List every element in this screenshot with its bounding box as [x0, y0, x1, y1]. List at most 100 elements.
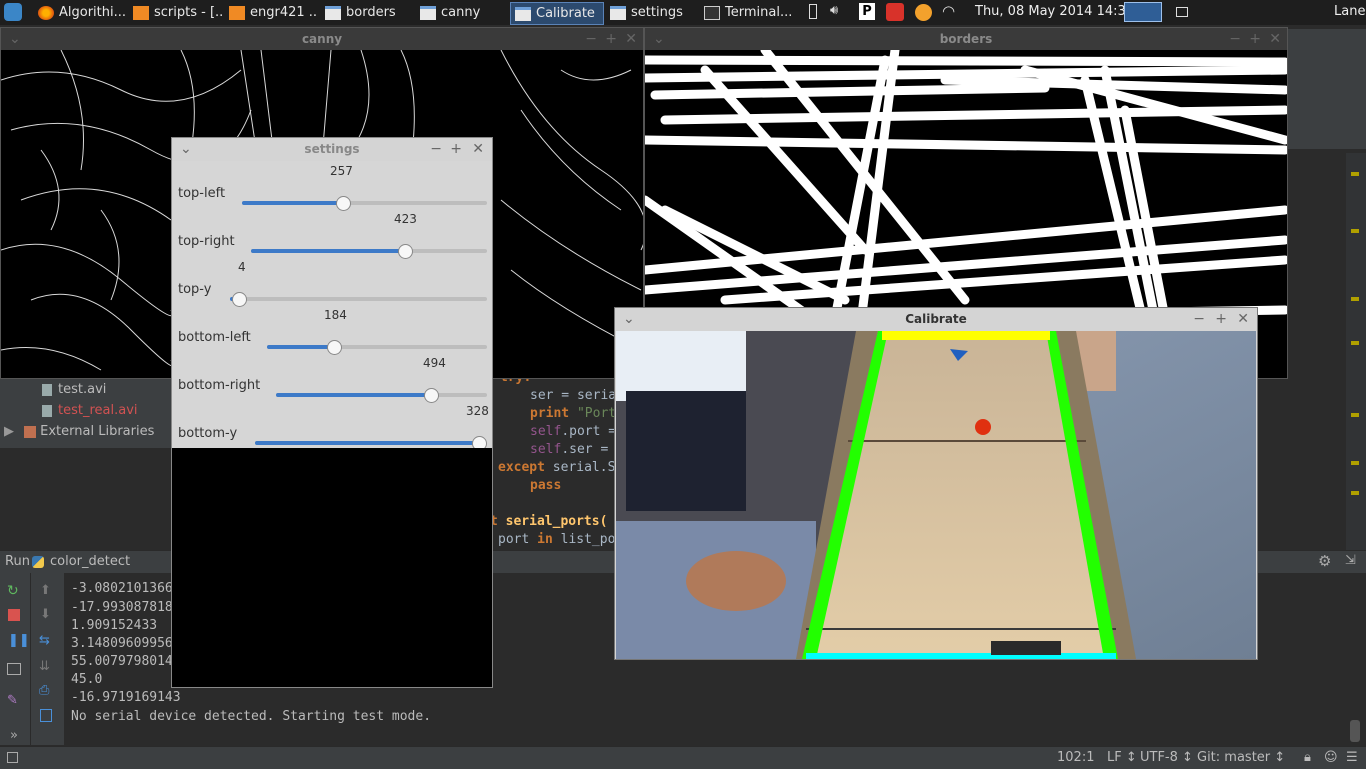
print-icon[interactable]: ⎙: [39, 683, 49, 698]
slider-handle[interactable]: [336, 196, 352, 211]
dump-icon[interactable]: [7, 663, 21, 675]
slider-handle[interactable]: [231, 292, 247, 307]
smiley-icon[interactable]: [915, 4, 932, 21]
slider-bottom-y[interactable]: [255, 436, 487, 451]
output-scrollbar[interactable]: [1350, 720, 1360, 742]
run-tab-label[interactable]: Run: [5, 554, 30, 569]
trash-icon[interactable]: [40, 709, 52, 722]
borders-titlebar[interactable]: ⌄ borders − + ✕: [645, 28, 1287, 51]
rerun-icon[interactable]: ↻: [7, 583, 19, 599]
window-menu-icon[interactable]: ⌄: [623, 308, 635, 331]
code-line[interactable]: self.ser =: [530, 442, 608, 457]
scroll-end-icon[interactable]: ⇊: [39, 659, 50, 674]
tree-item-test-avi[interactable]: test.avi: [42, 382, 106, 397]
task-scripts[interactable]: scripts - [...: [133, 2, 223, 23]
task-label: borders: [346, 5, 396, 20]
settings-icon[interactable]: ✎: [7, 693, 18, 708]
slider-fill: [242, 201, 343, 205]
code-line[interactable]: self.port =: [530, 424, 616, 439]
terminal-icon: [704, 5, 720, 20]
code-line[interactable]: except serial.S: [498, 460, 615, 475]
task-borders[interactable]: borders: [325, 2, 410, 23]
slider-top-right[interactable]: [251, 244, 487, 259]
code-line[interactable]: pass: [530, 478, 561, 493]
hide-icon[interactable]: ⇲: [1345, 553, 1356, 568]
task-terminal[interactable]: Terminal...: [704, 2, 794, 23]
slider-top-left[interactable]: [242, 196, 487, 211]
minimize-icon[interactable]: −: [430, 138, 442, 161]
task-calibrate[interactable]: Calibrate: [510, 2, 604, 25]
settings-titlebar[interactable]: ⌄ settings − + ✕: [172, 138, 492, 161]
code-line[interactable]: ser = seria: [530, 388, 616, 403]
close-icon[interactable]: ✕: [472, 138, 484, 161]
settings-window[interactable]: ⌄ settings − + ✕ top-left 257 top-right …: [171, 137, 493, 688]
slider-value: 4: [238, 260, 246, 274]
code-self: self: [530, 424, 562, 439]
task-canny[interactable]: canny: [420, 2, 505, 23]
stop-icon[interactable]: [8, 609, 20, 621]
lock-icon[interactable]: 🔒︎: [1304, 750, 1311, 765]
calibrate-window[interactable]: ⌄ Calibrate − + ✕: [614, 307, 1258, 660]
slider-bottom-left[interactable]: [267, 340, 487, 355]
task-settings[interactable]: settings: [610, 2, 696, 23]
run-config-label[interactable]: color_detect: [50, 554, 130, 569]
task-algorithms[interactable]: Algorithi...: [38, 2, 126, 23]
tree-item-test-real-avi[interactable]: test_real.avi: [42, 403, 138, 418]
slider-handle[interactable]: [398, 244, 414, 259]
maximize-icon[interactable]: +: [450, 138, 462, 161]
slider-bottom-right[interactable]: [276, 388, 487, 403]
canny-titlebar[interactable]: ⌄ canny − + ✕: [1, 28, 643, 51]
minimize-icon[interactable]: −: [1229, 28, 1241, 51]
close-icon[interactable]: ✕: [625, 28, 637, 51]
slider-row-bottom-right: bottom-right 494: [172, 356, 492, 406]
tree-item-external-libraries[interactable]: ▶ External Libraries: [4, 424, 154, 439]
vcs-branch[interactable]: Git: master ↕: [1197, 750, 1285, 765]
more-icon[interactable]: »: [10, 728, 18, 743]
slider-top-y[interactable]: [230, 292, 487, 307]
pause-icon[interactable]: ❚❚: [8, 633, 30, 648]
maximize-icon[interactable]: +: [1249, 28, 1261, 51]
window-menu-icon[interactable]: ⌄: [653, 28, 665, 51]
output-line: -3.0802101366: [71, 581, 173, 596]
menu-icon[interactable]: [4, 3, 22, 21]
close-icon[interactable]: ✕: [1269, 28, 1281, 51]
output-line: 1.909152433: [71, 618, 158, 633]
slider-handle[interactable]: [327, 340, 342, 355]
inspector-icon[interactable]: ☺: [1324, 750, 1338, 765]
code-line[interactable]: port in list_po: [498, 532, 615, 547]
maximize-icon[interactable]: +: [1215, 308, 1227, 331]
calibrate-titlebar[interactable]: ⌄ Calibrate − + ✕: [615, 308, 1257, 331]
event-log-icon[interactable]: ☰: [1346, 750, 1358, 765]
battery-icon[interactable]: [809, 4, 817, 19]
window-title: borders: [939, 32, 993, 46]
window-menu-icon[interactable]: ⌄: [9, 28, 21, 51]
wifi-icon[interactable]: ◠: [942, 2, 955, 20]
line-separator[interactable]: LF ↕: [1107, 750, 1137, 765]
alert-icon[interactable]: [886, 3, 904, 21]
up-arrow-icon[interactable]: ⬆: [40, 583, 51, 598]
task-engr421[interactable]: engr421 ...: [229, 2, 317, 23]
file-encoding[interactable]: UTF-8 ↕: [1140, 750, 1193, 765]
gear-icon[interactable]: ⚙: [1318, 552, 1331, 570]
show-desktop-icon[interactable]: [1176, 7, 1188, 17]
panel-toggle-icon[interactable]: [7, 752, 18, 763]
cursor-position[interactable]: 102:1: [1057, 750, 1094, 765]
down-arrow-icon[interactable]: ⬇: [40, 607, 51, 622]
volume-icon[interactable]: 🔊︎: [830, 3, 838, 18]
pastebin-icon[interactable]: P: [859, 3, 875, 20]
slider-row-top-left: top-left 257: [172, 164, 492, 214]
close-icon[interactable]: ✕: [1237, 308, 1249, 331]
window-icon: [325, 5, 341, 20]
minimize-icon[interactable]: −: [585, 28, 597, 51]
minimize-icon[interactable]: −: [1193, 308, 1205, 331]
wrap-icon[interactable]: ⇆: [39, 633, 50, 648]
slider-handle[interactable]: [424, 388, 440, 403]
maximize-icon[interactable]: +: [605, 28, 617, 51]
workspace-switcher[interactable]: [1124, 2, 1162, 22]
window-menu-icon[interactable]: ⌄: [180, 138, 192, 161]
output-line: 45.0: [71, 672, 103, 687]
clock[interactable]: Thu, 08 May 2014 14:36: [975, 4, 1134, 19]
code-line[interactable]: print "Port: [530, 406, 616, 421]
user-name[interactable]: Lane: [1334, 4, 1365, 19]
code-line[interactable]: t serial_ports(: [490, 514, 607, 529]
